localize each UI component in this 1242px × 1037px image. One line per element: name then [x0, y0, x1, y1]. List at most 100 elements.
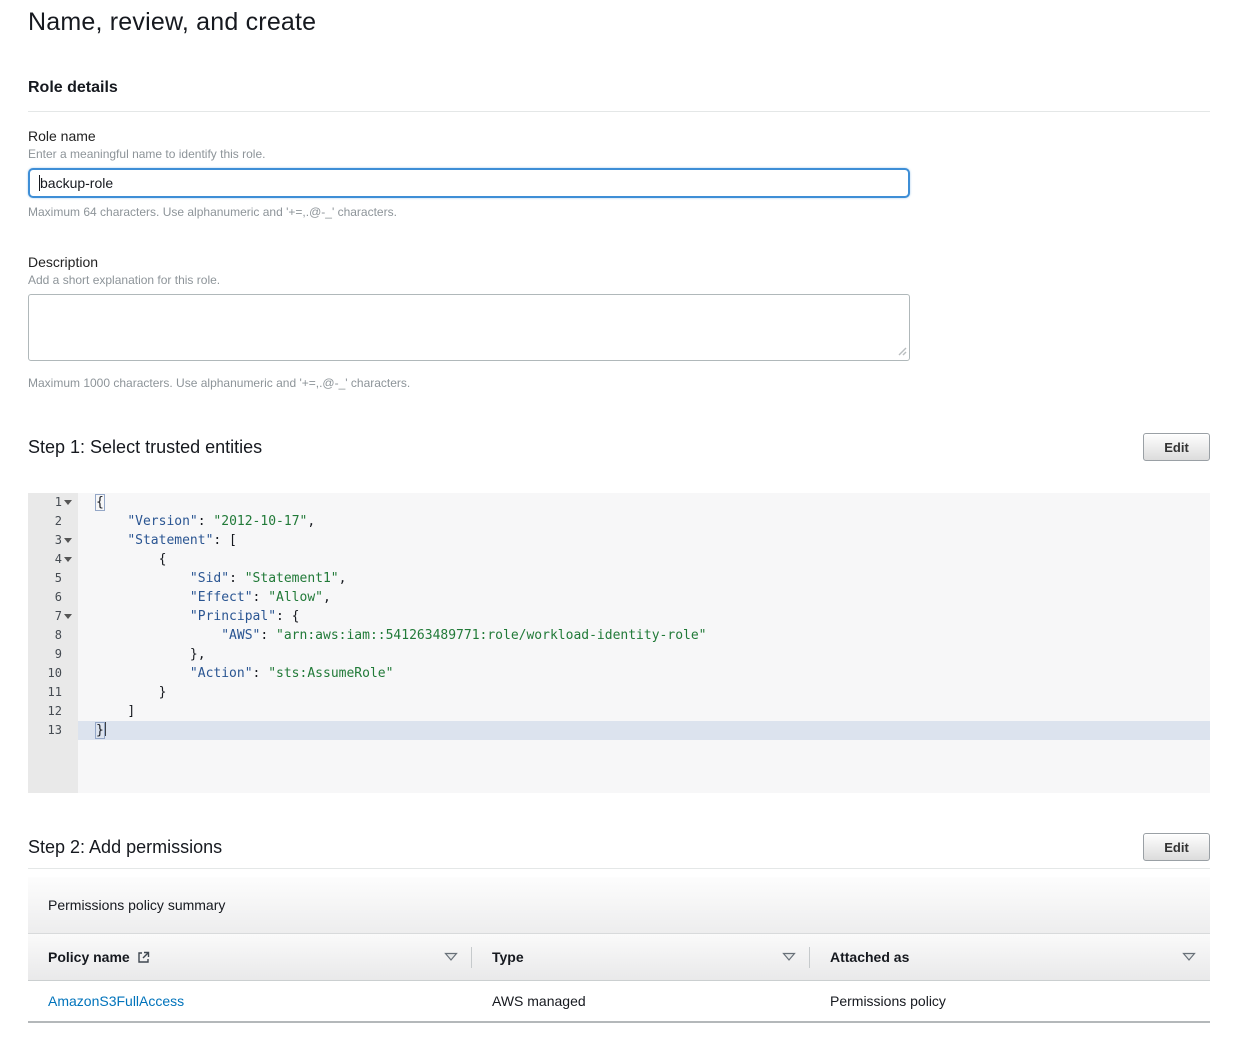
code-line: 4 {	[28, 550, 1210, 569]
code-line-content: {	[78, 550, 1210, 569]
column-header-attached-as: Attached as	[810, 934, 1210, 980]
role-details-heading: Role details	[28, 79, 1210, 97]
line-number-gutter: 3	[28, 531, 78, 550]
code-token: "Sid"	[190, 571, 229, 586]
code-token: "Principal"	[190, 609, 276, 624]
code-line: 5 "Sid": "Statement1",	[28, 569, 1210, 588]
code-token: "Version"	[127, 514, 197, 529]
fold-arrow-icon[interactable]	[64, 614, 72, 619]
code-line-content: "AWS": "arn:aws:iam::541263489771:role/w…	[78, 626, 1210, 645]
filter-dropdown-icon[interactable]	[782, 952, 796, 962]
step1-edit-button[interactable]: Edit	[1143, 433, 1210, 461]
code-token: }	[159, 685, 167, 700]
permissions-summary-panel: Permissions policy summary Policy name	[28, 877, 1210, 1023]
column-label: Attached as	[830, 949, 909, 965]
page-title: Name, review, and create	[28, 8, 1210, 37]
fold-arrow-icon[interactable]	[64, 557, 72, 562]
name-review-create-page: Name, review, and create Role details Ro…	[0, 0, 1242, 1023]
policy-json-editor[interactable]: 1 {2 "Version": "2012-10-17",3 "Statement…	[28, 493, 1210, 793]
column-header-policy-name: Policy name	[28, 934, 472, 980]
line-number-gutter: 5	[28, 569, 78, 588]
code-token: : [	[213, 533, 236, 548]
line-number-gutter: 2	[28, 512, 78, 531]
code-token: {	[96, 495, 104, 510]
policy-type-cell: AWS managed	[472, 993, 810, 1009]
line-number: 11	[48, 683, 62, 702]
code-token: "AWS"	[221, 628, 260, 643]
role-name-hint: Maximum 64 characters. Use alphanumeric …	[28, 205, 1210, 219]
code-token: "Statement1"	[245, 571, 339, 586]
editor-cursor	[105, 722, 106, 736]
code-line-content: "Sid": "Statement1",	[78, 569, 1210, 588]
code-token: :	[253, 666, 269, 681]
code-line-content: "Statement": [	[78, 531, 1210, 550]
step2-heading: Step 2: Add permissions	[28, 837, 222, 858]
role-name-label: Role name	[28, 128, 1210, 144]
step2-header-row: Step 2: Add permissions Edit	[28, 833, 1210, 861]
code-token: "arn:aws:iam::541263489771:role/workload…	[276, 628, 706, 643]
line-number-gutter: 13	[28, 721, 78, 740]
line-number-gutter: 9	[28, 645, 78, 664]
section-divider	[28, 868, 1210, 869]
step2-edit-button[interactable]: Edit	[1143, 833, 1210, 861]
line-number: 5	[55, 569, 62, 588]
code-line-content: "Version": "2012-10-17",	[78, 512, 1210, 531]
line-number-gutter: 10	[28, 664, 78, 683]
code-line: 3 "Statement": [	[28, 531, 1210, 550]
code-token: "Effect"	[190, 590, 253, 605]
code-token: ,	[323, 590, 331, 605]
line-number-gutter: 1	[28, 493, 78, 512]
fold-arrow-icon[interactable]	[64, 500, 72, 505]
code-line-content: },	[78, 645, 1210, 664]
line-number-gutter: 12	[28, 702, 78, 721]
column-header-type: Type	[472, 934, 810, 980]
code-token: :	[229, 571, 245, 586]
policy-table-row: AmazonS3FullAccessAWS managedPermissions…	[28, 981, 1210, 1023]
external-link-icon	[137, 951, 150, 964]
line-number-gutter: 6	[28, 588, 78, 607]
policy-name-link[interactable]: AmazonS3FullAccess	[48, 993, 184, 1009]
description-help-text: Add a short explanation for this role.	[28, 273, 1210, 287]
line-number: 8	[55, 626, 62, 645]
code-token: : {	[276, 609, 299, 624]
panel-title: Permissions policy summary	[48, 897, 225, 913]
code-line: 12 ]	[28, 702, 1210, 721]
line-number: 9	[55, 645, 62, 664]
fold-arrow-icon[interactable]	[64, 538, 72, 543]
code-line: 10 "Action": "sts:AssumeRole"	[28, 664, 1210, 683]
code-line: 9 },	[28, 645, 1210, 664]
step1-heading: Step 1: Select trusted entities	[28, 437, 262, 458]
resize-handle-icon[interactable]	[897, 343, 907, 361]
code-line-content: "Action": "sts:AssumeRole"	[78, 664, 1210, 683]
code-token: ,	[339, 571, 347, 586]
line-number: 12	[48, 702, 62, 721]
policy-table-body: AmazonS3FullAccessAWS managedPermissions…	[28, 981, 1210, 1023]
line-number-gutter: 7	[28, 607, 78, 626]
code-token: :	[260, 628, 276, 643]
code-line: 8 "AWS": "arn:aws:iam::541263489771:role…	[28, 626, 1210, 645]
code-token: },	[190, 647, 206, 662]
description-label: Description	[28, 254, 1210, 270]
line-number: 13	[48, 721, 62, 740]
filter-dropdown-icon[interactable]	[1182, 952, 1196, 962]
code-token: "Allow"	[268, 590, 323, 605]
filter-dropdown-icon[interactable]	[444, 952, 458, 962]
code-token: "sts:AssumeRole"	[268, 666, 393, 681]
line-number-gutter: 4	[28, 550, 78, 569]
code-line-content: "Effect": "Allow",	[78, 588, 1210, 607]
description-textarea-wrap	[28, 294, 910, 366]
column-label: Type	[492, 949, 524, 965]
section-divider	[28, 111, 1210, 112]
code-token: "Action"	[190, 666, 253, 681]
code-token: :	[198, 514, 214, 529]
code-token: :	[253, 590, 269, 605]
line-number-gutter: 8	[28, 626, 78, 645]
line-number: 6	[55, 588, 62, 607]
code-line-content: ]	[78, 702, 1210, 721]
description-textarea[interactable]	[28, 294, 910, 361]
line-number: 7	[55, 607, 62, 626]
policy-name-cell: AmazonS3FullAccess	[28, 993, 472, 1009]
role-name-input[interactable]	[28, 168, 910, 198]
code-line-content: }	[78, 721, 1210, 740]
step1-header-row: Step 1: Select trusted entities Edit	[28, 433, 1210, 461]
